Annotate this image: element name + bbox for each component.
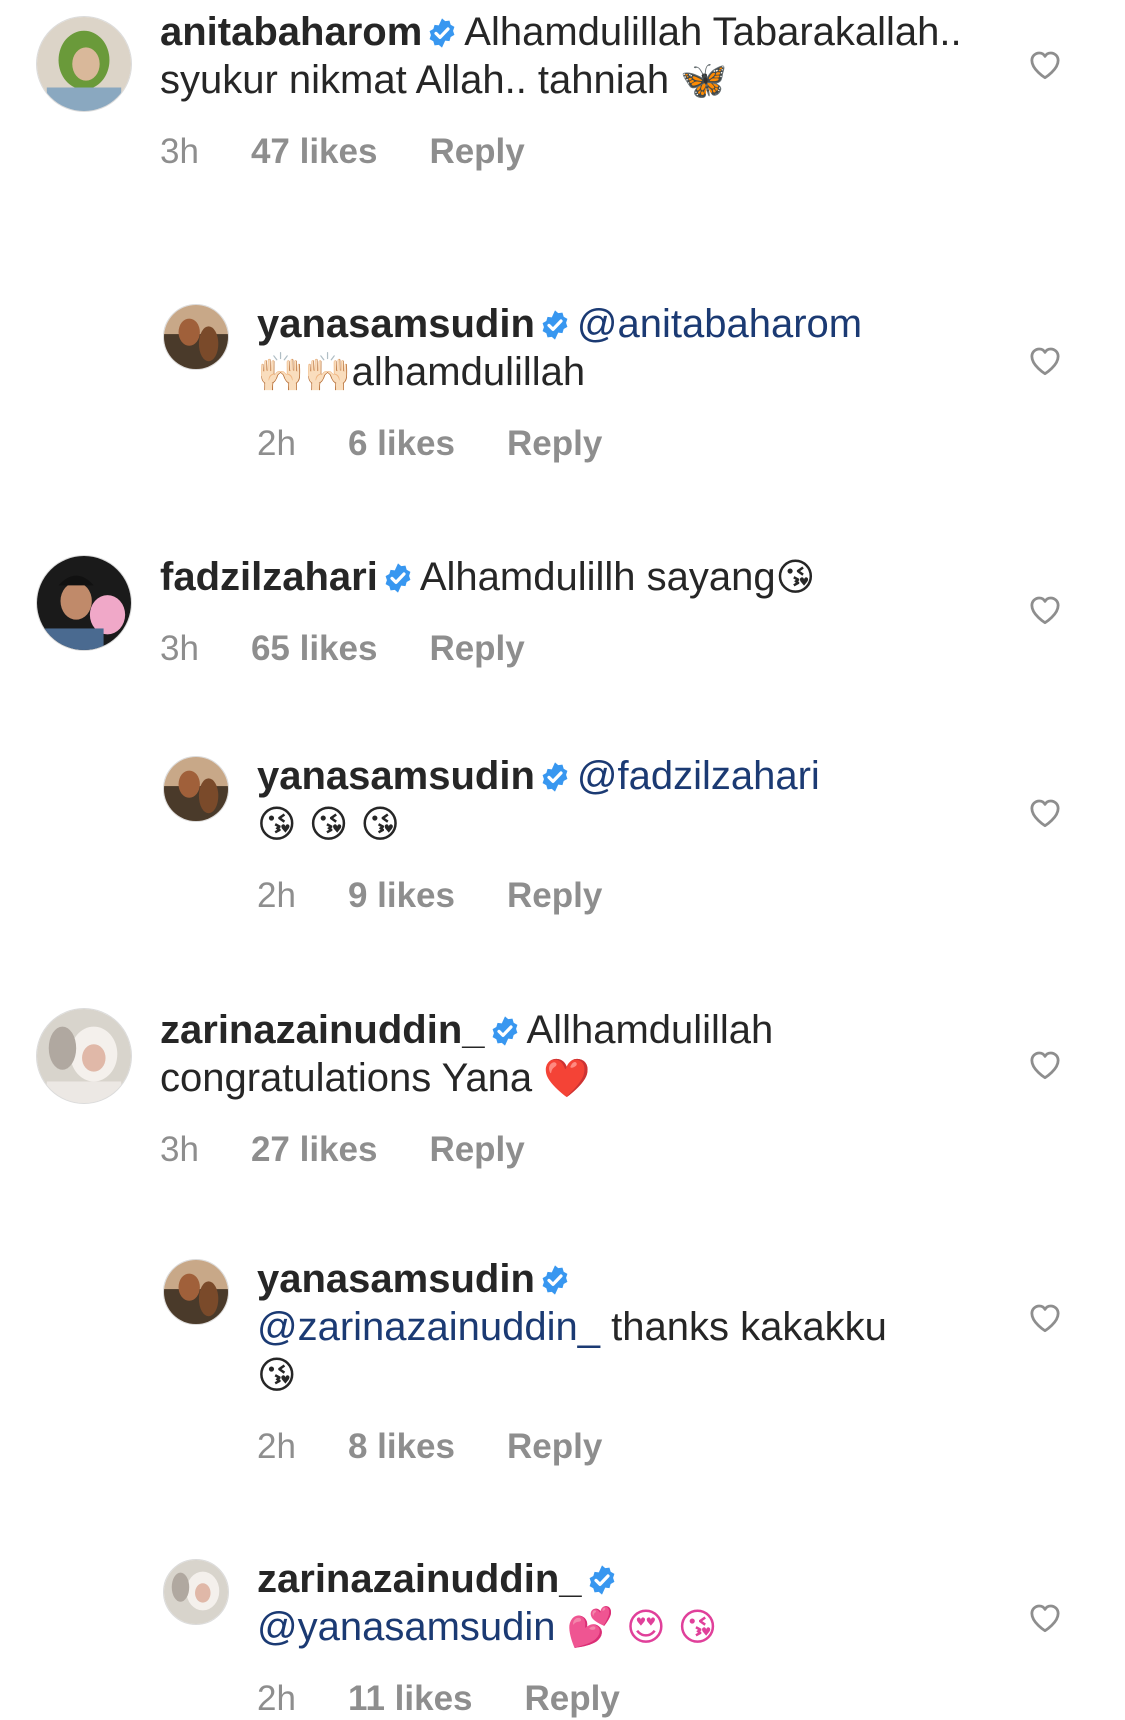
comment-body: thanks kakakku xyxy=(611,1305,887,1349)
comment-meta: 2h 8 likes Reply xyxy=(257,1427,1005,1467)
comment-meta: 2h 6 likes Reply xyxy=(257,424,1005,464)
heart-outline-icon[interactable] xyxy=(1026,591,1064,625)
avatar[interactable] xyxy=(163,304,229,370)
heart-outline-icon[interactable] xyxy=(1026,794,1064,828)
comment-body: alhamdulillah xyxy=(351,350,586,394)
avatar[interactable] xyxy=(163,1559,229,1625)
comment-body: Alhamdulillh sayang xyxy=(419,555,776,599)
avatar-image xyxy=(164,1560,228,1624)
heart-outline-icon[interactable] xyxy=(1026,1046,1064,1080)
likes-count[interactable]: 9 likes xyxy=(348,876,455,916)
username[interactable]: zarinazainuddin_ xyxy=(160,1008,485,1052)
username[interactable]: zarinazainuddin_ xyxy=(257,1557,582,1601)
verified-badge-icon xyxy=(429,18,455,48)
avatar-image xyxy=(37,556,131,650)
likes-count[interactable]: 27 likes xyxy=(251,1130,378,1170)
avatar[interactable] xyxy=(36,1008,132,1104)
comment-text: yanasamsudin @zarinazainuddin_ thanks kak… xyxy=(257,1255,1005,1399)
reply-button[interactable]: Reply xyxy=(507,876,602,916)
likes-count[interactable]: 8 likes xyxy=(348,1427,455,1467)
reply-button[interactable]: Reply xyxy=(429,132,524,172)
timestamp: 2h xyxy=(257,876,296,915)
likes-count[interactable]: 11 likes xyxy=(348,1679,473,1719)
comment-text: zarinazainuddin_ @yanasamsudin 💕 😍 😘 xyxy=(257,1555,1005,1651)
comment-meta: 3h 27 likes Reply xyxy=(160,1130,1005,1170)
comment-text: yanasamsudin @anitabaharom 🙌🏻🙌🏻alhamdulill… xyxy=(257,300,1005,396)
mention-link[interactable]: @yanasamsudin xyxy=(257,1605,556,1649)
avatar[interactable] xyxy=(163,1259,229,1325)
comment-text: zarinazainuddin_ Allhamdulillah congratul… xyxy=(160,1006,1005,1102)
username[interactable]: yanasamsudin xyxy=(257,1257,535,1301)
heart-outline-icon[interactable] xyxy=(1026,1599,1064,1633)
comment-text: yanasamsudin @fadzilzahari 😘 😘 😘 xyxy=(257,752,1005,848)
reply-button[interactable]: Reply xyxy=(429,1130,524,1170)
verified-badge-icon xyxy=(492,1016,517,1046)
avatar-image xyxy=(37,17,131,111)
heart-outline-icon[interactable] xyxy=(1026,46,1064,80)
red-heart-emoji: ❤️ xyxy=(543,1056,591,1100)
verified-badge-icon xyxy=(385,563,411,593)
comment-meta: 3h 47 likes Reply xyxy=(160,132,1005,172)
comment-meta: 3h 65 likes Reply xyxy=(160,629,1005,669)
username[interactable]: yanasamsudin xyxy=(257,754,535,798)
avatar-image xyxy=(164,305,228,369)
mention-link[interactable]: @anitabaharom xyxy=(577,302,862,346)
kissing-face-emoji: 😘 xyxy=(257,1353,297,1397)
likes-count[interactable]: 6 likes xyxy=(348,424,455,464)
verified-badge-icon xyxy=(589,1565,614,1595)
verified-badge-icon xyxy=(542,310,568,340)
reply-button[interactable]: Reply xyxy=(525,1679,620,1719)
comment-text: fadzilzahari Alhamdulillh sayang😘 xyxy=(160,553,1005,601)
verified-badge-icon xyxy=(542,1265,568,1295)
raising-hands-emoji: 🙌🏻🙌🏻 xyxy=(257,350,352,394)
comment-text: anitabaharom Alhamdulillah Tabarakallah..… xyxy=(160,8,1005,104)
timestamp: 2h xyxy=(257,1427,296,1466)
comment-meta: 2h 11 likes Reply xyxy=(257,1679,1005,1719)
avatar-image xyxy=(164,757,228,821)
timestamp: 2h xyxy=(257,424,296,463)
username[interactable]: yanasamsudin xyxy=(257,302,535,346)
butterfly-emoji: 🦋 xyxy=(680,58,728,102)
username[interactable]: anitabaharom xyxy=(160,10,422,54)
likes-count[interactable]: 65 likes xyxy=(251,629,378,669)
timestamp: 3h xyxy=(160,132,199,171)
avatar[interactable] xyxy=(36,555,132,651)
mention-link[interactable]: @fadzilzahari xyxy=(577,754,820,798)
kissing-face-emoji: 😘 😘 😘 xyxy=(257,802,401,846)
heart-outline-icon[interactable] xyxy=(1026,342,1064,376)
reply-button[interactable]: Reply xyxy=(429,629,524,669)
avatar[interactable] xyxy=(163,756,229,822)
avatar-image xyxy=(37,1009,131,1103)
likes-count[interactable]: 47 likes xyxy=(251,132,378,172)
reply-button[interactable]: Reply xyxy=(507,424,602,464)
timestamp: 3h xyxy=(160,629,199,668)
avatar[interactable] xyxy=(36,16,132,112)
timestamp: 3h xyxy=(160,1130,199,1169)
mention-link[interactable]: @zarinazainuddin_ xyxy=(257,1305,600,1349)
timestamp: 2h xyxy=(257,1679,296,1718)
reply-button[interactable]: Reply xyxy=(507,1427,602,1467)
heart-outline-icon[interactable] xyxy=(1026,1299,1064,1333)
avatar-image xyxy=(164,1260,228,1324)
kissing-face-emoji: 😘 xyxy=(775,555,816,599)
hearts-faces-emoji: 💕 😍 😘 xyxy=(566,1605,718,1649)
verified-badge-icon xyxy=(542,762,568,792)
comment-meta: 2h 9 likes Reply xyxy=(257,876,1005,916)
username[interactable]: fadzilzahari xyxy=(160,555,378,599)
